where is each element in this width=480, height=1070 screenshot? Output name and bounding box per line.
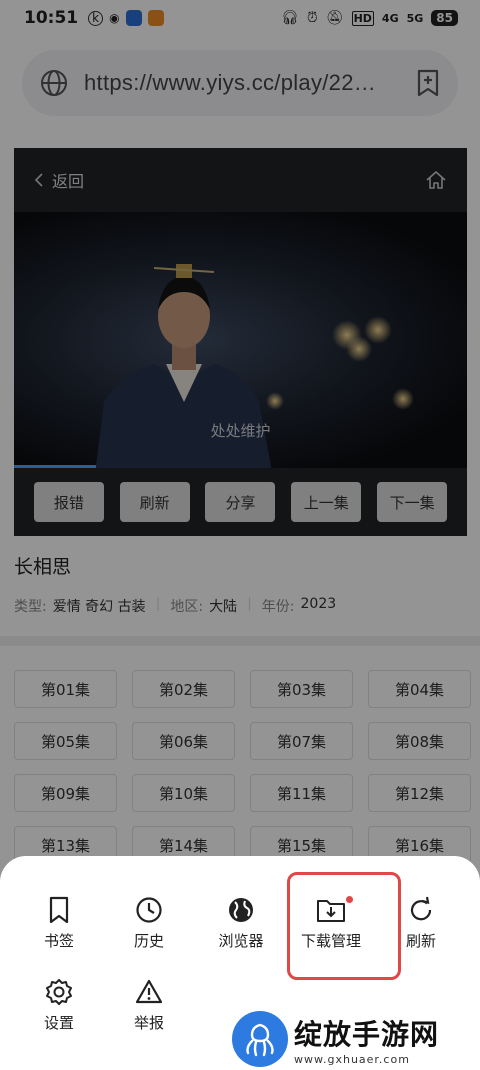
refresh-icon — [410, 896, 432, 921]
menu-item-bookmarks[interactable]: 书签 — [14, 896, 104, 951]
watermark-logo-icon — [232, 1011, 288, 1067]
menu-item-label: 浏览器 — [218, 932, 264, 950]
menu-item-browser[interactable]: 浏览器 — [196, 896, 286, 951]
menu-item-label: 历史 — [133, 932, 164, 950]
warning-icon — [135, 979, 163, 1004]
menu-item-label: 书签 — [43, 932, 74, 950]
bookmark-icon — [49, 896, 69, 924]
watermark-name: 绽放手游网 — [294, 1017, 440, 1051]
watermark-domain: www.gxhuaer.com — [294, 1052, 410, 1066]
menu-item-settings[interactable]: 设置 — [14, 978, 104, 1033]
menu-item-refresh[interactable]: 刷新 — [376, 896, 466, 951]
menu-item-report[interactable]: 举报 — [104, 978, 194, 1033]
menu-item-label: 刷新 — [405, 932, 436, 950]
site-watermark: 绽放手游网 www.gxhuaer.com — [232, 1010, 476, 1068]
menu-item-history[interactable]: 历史 — [104, 896, 194, 951]
menu-item-label: 举报 — [133, 1014, 164, 1032]
gear-icon — [46, 979, 72, 1005]
clock-icon — [136, 897, 162, 923]
globe-icon — [229, 898, 253, 922]
menu-item-label: 设置 — [43, 1014, 74, 1032]
